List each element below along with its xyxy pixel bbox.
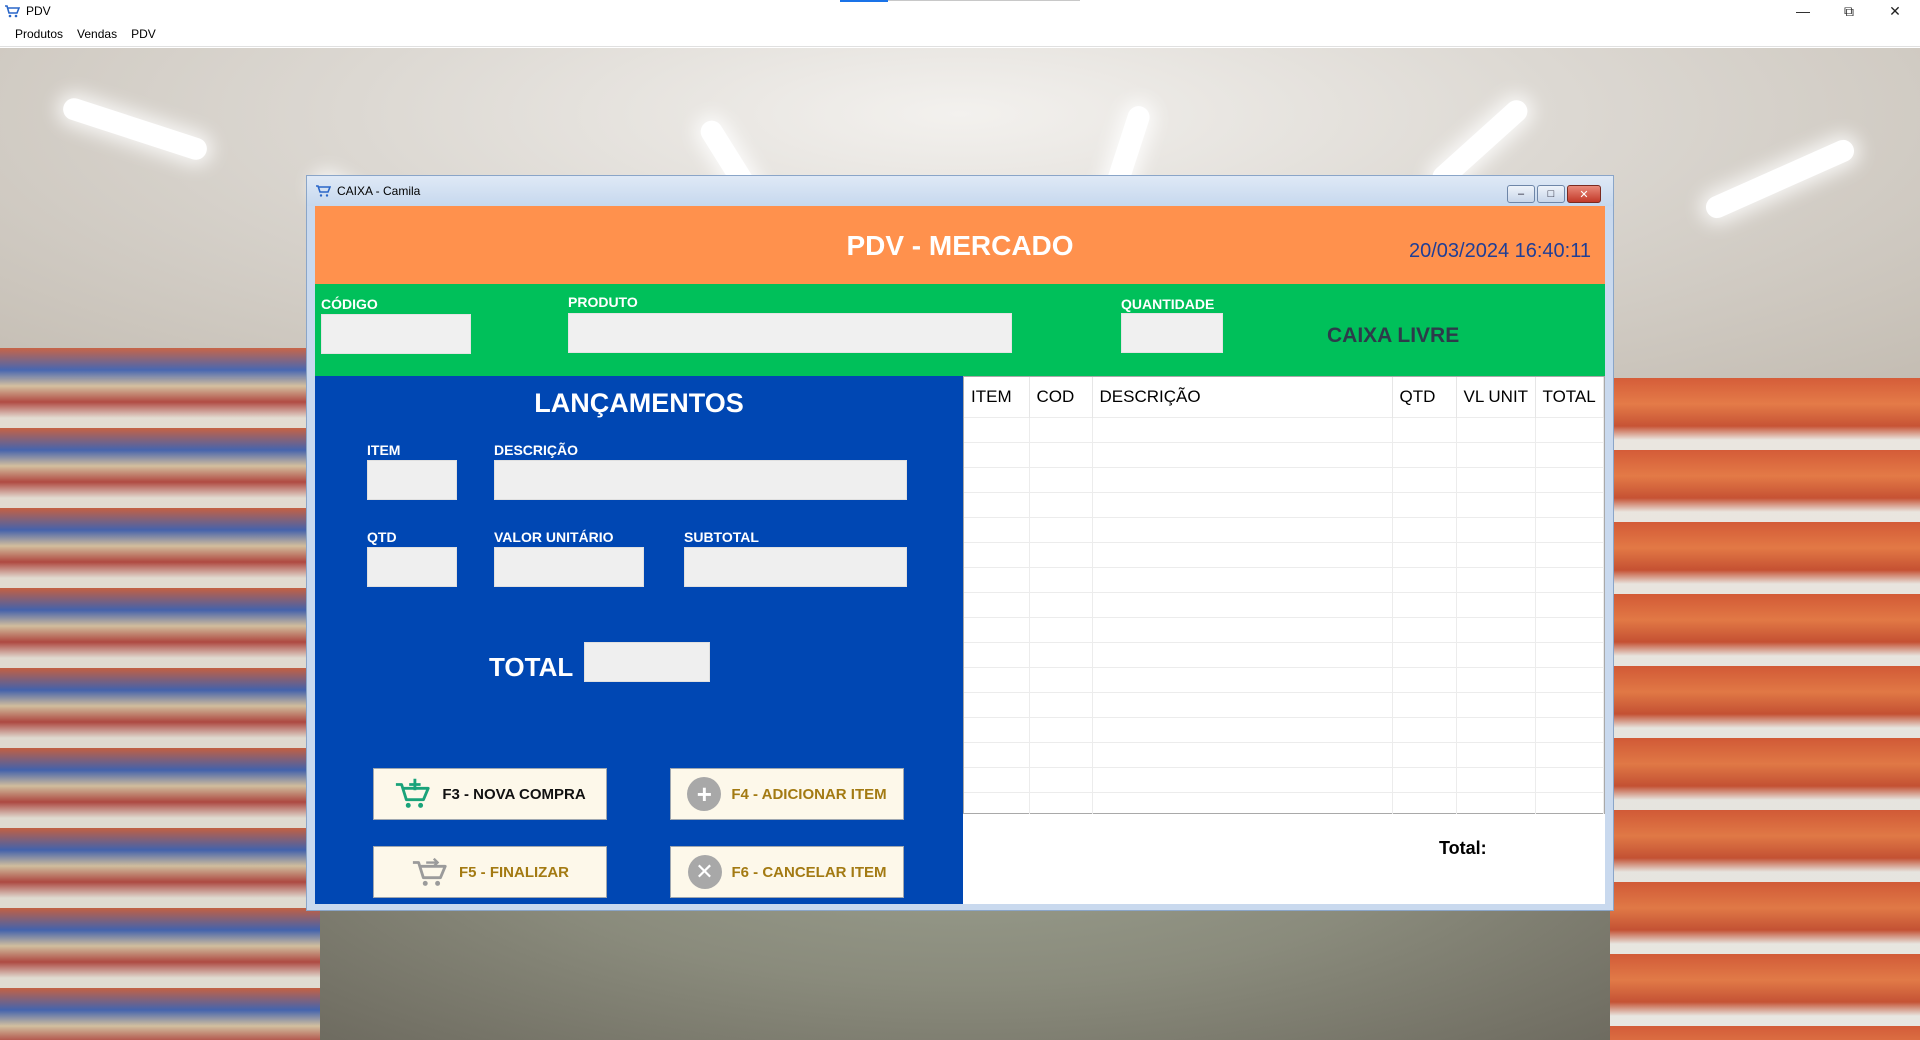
menu-vendas[interactable]: Vendas — [70, 27, 124, 41]
child-maximize-button[interactable]: □ — [1537, 185, 1565, 203]
left-shelf — [0, 348, 320, 1040]
table-row — [964, 741, 1604, 767]
table-row — [964, 491, 1604, 517]
datetime-display: 20/03/2024 16:40:11 — [1408, 240, 1591, 262]
subtotal-label: SUBTOTAL — [684, 529, 759, 545]
codigo-label: CÓDIGO — [321, 296, 378, 312]
valor-unitario-field[interactable] — [494, 547, 644, 587]
summary-total-label: Total: — [1439, 838, 1487, 858]
table-row — [964, 641, 1604, 667]
menu-produtos[interactable]: Produtos — [8, 27, 70, 41]
caixa-title: CAIXA - Camila — [337, 184, 421, 198]
table-row — [964, 416, 1604, 442]
caixa-client: PDV - MERCADO 20/03/2024 16:40:11 CÓDIGO… — [315, 206, 1605, 904]
restore-button[interactable]: ⧉ — [1826, 0, 1872, 22]
finalizar-label: F5 - FINALIZAR — [459, 863, 569, 881]
nova-compra-button[interactable]: F3 - NOVA COMPRA — [373, 768, 607, 820]
item-field[interactable] — [367, 460, 457, 500]
table-row — [964, 766, 1604, 792]
caixa-status: CAIXA LIVRE — [1327, 324, 1460, 347]
table-row — [964, 691, 1604, 717]
summary-panel: Total: — [963, 814, 1605, 904]
table-row — [964, 591, 1604, 617]
cart-add-icon — [394, 775, 432, 813]
col-descricao[interactable]: DESCRIÇÃO — [1092, 377, 1393, 417]
plus-icon: + — [687, 777, 722, 811]
table-row — [964, 516, 1604, 542]
cart-icon — [315, 184, 332, 198]
codigo-input[interactable] — [321, 314, 471, 354]
qtd-field[interactable] — [367, 547, 457, 587]
qtd-label: QTD — [367, 529, 397, 545]
cancelar-item-label: F6 - CANCELAR ITEM — [731, 863, 887, 881]
table-row — [964, 466, 1604, 492]
cart-icon — [4, 3, 21, 19]
lancamentos-title: LANÇAMENTOS — [534, 388, 744, 418]
search-band: CÓDIGO PRODUTO QUANTIDADE CAIXA LIVRE — [315, 284, 1605, 376]
table-row — [964, 541, 1604, 567]
right-shelf — [1610, 378, 1920, 1040]
col-cod[interactable]: COD — [1029, 377, 1093, 417]
close-circle-icon: ✕ — [687, 855, 722, 889]
caixa-titlebar: CAIXA - Camila – □ ✕ — [307, 176, 1613, 206]
menu-pdv[interactable]: PDV — [124, 27, 163, 41]
main-titlebar: PDV — ⧉ ✕ — [0, 0, 1920, 22]
close-button[interactable]: ✕ — [1872, 0, 1918, 22]
cart-checkout-icon — [411, 853, 449, 891]
adicionar-item-label: F4 - ADICIONAR ITEM — [731, 785, 887, 803]
title-accent — [840, 0, 888, 2]
lancamentos-panel: LANÇAMENTOS ITEM DESCRIÇÃO QTD VALOR UNI… — [315, 376, 963, 904]
finalizar-button[interactable]: F5 - FINALIZAR — [373, 846, 607, 898]
nova-compra-label: F3 - NOVA COMPRA — [442, 785, 586, 803]
grid-body — [964, 416, 1604, 817]
table-row — [964, 616, 1604, 642]
total-label: TOTAL — [489, 652, 574, 682]
app-title: PDV — [26, 4, 51, 18]
total-field[interactable] — [584, 642, 710, 682]
col-vl-unit[interactable]: VL UNIT — [1456, 377, 1536, 417]
menu-bar: Produtos Vendas PDV — [0, 22, 1920, 47]
grid-header-row: ITEM COD DESCRIÇÃO QTD VL UNIT TOTAL — [964, 377, 1604, 417]
col-total[interactable]: TOTAL — [1535, 377, 1604, 417]
col-item[interactable]: ITEM — [964, 377, 1030, 417]
title-accent-gray — [888, 0, 1080, 1]
valor-unitario-label: VALOR UNITÁRIO — [494, 529, 614, 545]
header: PDV - MERCADO 20/03/2024 16:40:11 — [315, 206, 1605, 284]
adicionar-item-button[interactable]: + F4 - ADICIONAR ITEM — [670, 768, 904, 820]
minimize-button[interactable]: — — [1780, 0, 1826, 22]
subtotal-field[interactable] — [684, 547, 907, 587]
descricao-label: DESCRIÇÃO — [494, 442, 579, 458]
produto-input[interactable] — [568, 313, 1012, 353]
table-row — [964, 666, 1604, 692]
items-grid[interactable]: ITEM COD DESCRIÇÃO QTD VL UNIT TOTAL — [963, 376, 1605, 817]
quantidade-input[interactable] — [1121, 313, 1223, 353]
caixa-window: CAIXA - Camila – □ ✕ PDV - MERCADO 20/03… — [306, 175, 1614, 911]
cancelar-item-button[interactable]: ✕ F6 - CANCELAR ITEM — [670, 846, 904, 898]
table-row — [964, 566, 1604, 592]
child-minimize-button[interactable]: – — [1507, 185, 1535, 203]
table-row — [964, 716, 1604, 742]
col-qtd[interactable]: QTD — [1392, 377, 1457, 417]
child-close-button[interactable]: ✕ — [1567, 185, 1601, 203]
table-row — [964, 441, 1604, 467]
descricao-field[interactable] — [494, 460, 907, 500]
produto-label: PRODUTO — [568, 294, 638, 310]
item-label: ITEM — [367, 442, 401, 458]
quantidade-label: QUANTIDADE — [1121, 296, 1215, 312]
